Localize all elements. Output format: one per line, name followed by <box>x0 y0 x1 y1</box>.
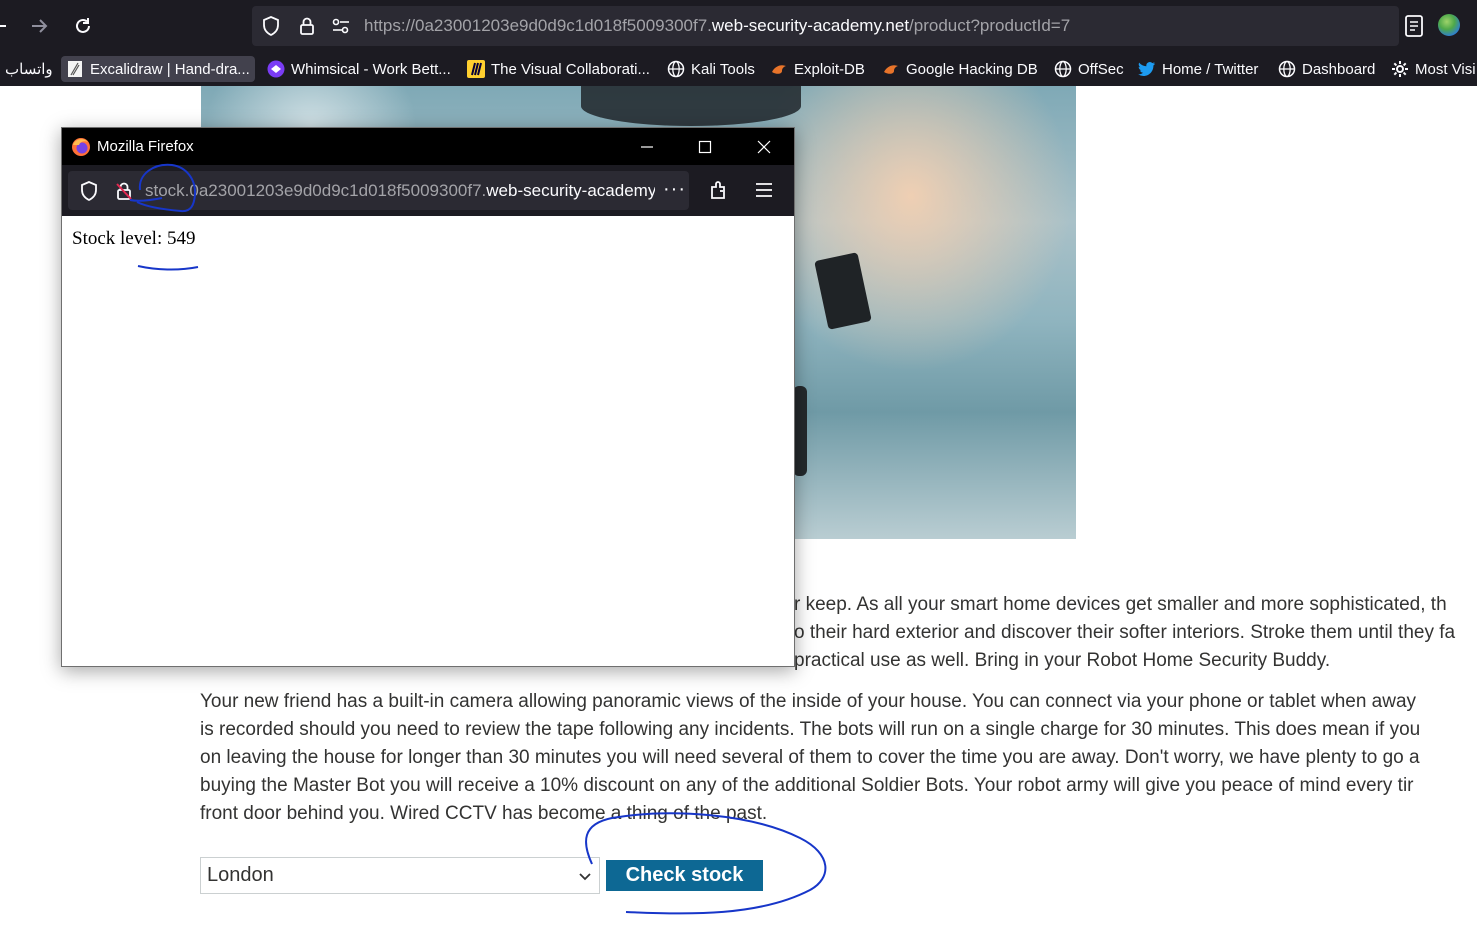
tracking-shield-icon[interactable] <box>78 180 100 202</box>
insecure-lock-icon[interactable] <box>113 180 135 202</box>
bookmark-label: The Visual Collaborati... <box>491 60 650 78</box>
bookmark-whimsical[interactable]: Whimsical - Work Bett... <box>262 56 456 82</box>
bookmark-label: Google Hacking DB <box>906 60 1038 78</box>
bookmark-kali-tools[interactable]: Kali Tools <box>662 56 760 82</box>
bookmark-label: Whimsical - Work Bett... <box>291 60 451 78</box>
product-description-2: Your new friend has a built-in camera al… <box>200 688 1477 828</box>
gear-icon <box>1391 60 1409 78</box>
bookmark-label: OffSec <box>1078 60 1124 78</box>
popup-window: Mozilla Firefox stock.0a23001203e9d0d9c1… <box>61 127 795 667</box>
popup-window-title: Mozilla Firefox <box>97 138 194 155</box>
check-stock-button[interactable]: Check stock <box>606 860 763 891</box>
extension-globe-icon[interactable] <box>1438 14 1460 36</box>
bookmark-label: واتساب <box>5 61 53 78</box>
robot-arm-shape <box>814 252 872 330</box>
store-select[interactable]: London <box>200 857 600 894</box>
close-button[interactable] <box>750 133 778 161</box>
bookmark-label: Excalidraw | Hand-dra... <box>90 60 250 78</box>
popup-url-bar[interactable]: stock.0a23001203e9d0d9c1d018f5009300f7.w… <box>68 171 689 210</box>
bookmark-most-visited[interactable]: Most Visi <box>1386 56 1477 82</box>
url-bar[interactable]: https://0a23001203e9d0d9c1d018f5009300f7… <box>252 6 1399 46</box>
back-button[interactable] <box>0 13 12 39</box>
bookmark-label: Home / Twitter <box>1162 60 1259 78</box>
popup-url-prefix: stock.0a23001203e9d0d9c1d018f5009300f7. <box>145 181 487 200</box>
popup-url-domain: web-security-academy <box>486 181 655 200</box>
bookmark-label: Kali Tools <box>691 60 755 78</box>
chevron-down-icon <box>577 867 593 883</box>
bookmark-label: Dashboard <box>1302 60 1376 78</box>
bookmark-offsec[interactable]: OffSec <box>1049 56 1129 82</box>
popup-title-bar: Mozilla Firefox <box>62 128 794 165</box>
store-select-value: London <box>207 864 274 886</box>
bookmark-google-hacking-db[interactable]: Google Hacking DB <box>877 56 1043 82</box>
bookmarks-toolbar: واتساب Excalidraw | Hand-dra... Whimsica… <box>0 52 1477 86</box>
description-line: Your new friend has a built-in camera al… <box>200 691 1417 712</box>
extensions-icon[interactable] <box>707 178 731 202</box>
globe-icon <box>667 60 685 78</box>
bookmark-excalidraw[interactable]: Excalidraw | Hand-dra... <box>61 56 255 82</box>
bookmark-miro[interactable]: The Visual Collaborati... <box>462 56 655 82</box>
robot-head-shape <box>581 86 801 126</box>
stock-level-text: Stock level: 549 <box>72 228 196 249</box>
more-actions-button[interactable]: ··· <box>663 178 686 201</box>
permissions-icon[interactable] <box>330 15 352 37</box>
description-line: buying the Master Bot you will receive a… <box>200 775 1414 796</box>
maximize-button[interactable] <box>691 133 719 161</box>
popup-toolbar: stock.0a23001203e9d0d9c1d018f5009300f7.w… <box>62 165 794 216</box>
bookmark-label: Most Visi <box>1415 60 1476 78</box>
bookmark-whatsapp[interactable]: واتساب <box>0 56 58 82</box>
lock-icon[interactable] <box>296 15 318 37</box>
firefox-logo-icon <box>71 137 91 157</box>
menu-icon[interactable] <box>752 178 776 202</box>
url-prefix: https://0a23001203e9d0d9c1d018f5009300f7… <box>364 16 712 35</box>
bookmark-dashboard[interactable]: Dashboard <box>1273 56 1380 82</box>
url-text[interactable]: https://0a23001203e9d0d9c1d018f5009300f7… <box>364 16 1070 36</box>
popup-url-text[interactable]: stock.0a23001203e9d0d9c1d018f5009300f7.w… <box>145 181 655 201</box>
bookmark-label: Exploit-DB <box>794 60 865 78</box>
description-line: front door behind you. Wired CCTV has be… <box>200 803 768 824</box>
globe-icon <box>1278 60 1296 78</box>
robot-leg-shape <box>793 386 807 476</box>
exploit-db-icon <box>882 60 900 78</box>
miro-icon <box>467 60 485 78</box>
exploit-db-icon <box>770 60 788 78</box>
twitter-icon <box>1138 60 1156 78</box>
url-path: /product?productId=7 <box>909 16 1071 35</box>
globe-icon <box>1054 60 1072 78</box>
browser-toolbar: https://0a23001203e9d0d9c1d018f5009300f7… <box>0 0 1477 52</box>
forward-button[interactable] <box>26 13 52 39</box>
minimize-button[interactable] <box>633 133 661 161</box>
description-line: on leaving the house for longer than 30 … <box>200 747 1420 768</box>
description-line: is recorded should you need to review th… <box>200 719 1421 740</box>
excalidraw-icon <box>66 60 84 78</box>
bookmark-exploit-db[interactable]: Exploit-DB <box>765 56 870 82</box>
reload-button[interactable] <box>70 13 96 39</box>
reader-view-icon[interactable] <box>1403 14 1425 38</box>
whimsical-icon <box>267 60 285 78</box>
tracking-shield-icon[interactable] <box>260 15 282 37</box>
url-domain: web-security-academy.net <box>711 16 910 35</box>
bookmark-twitter[interactable]: Home / Twitter <box>1133 56 1263 82</box>
